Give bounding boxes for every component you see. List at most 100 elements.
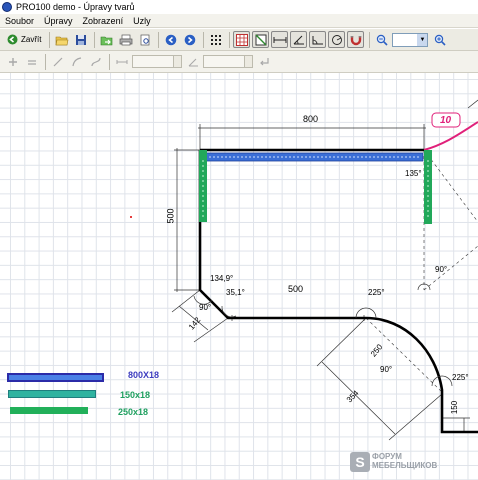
- menu-bar: Soubor Úpravy Zobrazení Uzly: [0, 14, 478, 28]
- legend-label-250x18: 250x18: [118, 407, 149, 417]
- menu-upravy[interactable]: Úpravy: [39, 16, 78, 26]
- drawing-canvas[interactable]: 800 500 500 142 250 354 150 135° 134,9° …: [0, 73, 478, 480]
- zoom-select[interactable]: ▼: [392, 32, 429, 47]
- menu-zobrazeni[interactable]: Zobrazení: [78, 16, 129, 26]
- angle-input[interactable]: [203, 55, 253, 68]
- radius-icon: [332, 34, 342, 45]
- tag-10-label: 10: [440, 115, 452, 126]
- magnet-button[interactable]: [347, 31, 365, 48]
- remove-node-button[interactable]: [23, 53, 40, 70]
- app-icon: [2, 2, 12, 12]
- floppy-icon: [75, 34, 86, 45]
- menu-uzly[interactable]: Uzly: [128, 16, 156, 26]
- watermark-line1: ФОРУМ: [372, 452, 402, 461]
- length-icon: [116, 59, 127, 64]
- redo-icon: [184, 34, 196, 45]
- grid-icon: [235, 33, 248, 46]
- length-button[interactable]: [113, 53, 130, 70]
- arc-button[interactable]: [68, 53, 85, 70]
- angle-135-label: 135°: [405, 169, 422, 178]
- angle-90-left-label: 90°: [199, 303, 212, 312]
- watermark-logo: S: [350, 452, 370, 472]
- panel-texture: [202, 160, 429, 218]
- legend-label-150x18: 150x18: [120, 390, 151, 400]
- angle-icon: [293, 35, 304, 44]
- angle-225-a-label: 225°: [368, 288, 385, 297]
- watermark-line2: МЕБЕЛЬЩИКОВ: [372, 461, 438, 470]
- line-icon: [53, 57, 62, 66]
- apply-button[interactable]: [255, 53, 272, 70]
- add-node-button[interactable]: [4, 53, 21, 70]
- shape-drawing: [130, 99, 478, 441]
- export-button[interactable]: [98, 31, 115, 48]
- dot-grid-icon: [210, 34, 221, 45]
- toolbar-separator: [158, 31, 160, 48]
- radius-button[interactable]: [328, 31, 346, 48]
- close-button[interactable]: Zavřít: [4, 31, 44, 48]
- length-input[interactable]: [132, 55, 182, 68]
- preview-button[interactable]: [136, 31, 153, 48]
- title-bar: PRO100 demo - Úpravy tvarů: [0, 0, 478, 14]
- close-icon: [7, 34, 18, 45]
- chevron-down-icon[interactable]: ▼: [417, 33, 428, 46]
- remove-node-icon: [27, 59, 36, 65]
- dim-150-label: 150: [450, 400, 460, 415]
- undo-button[interactable]: [162, 31, 179, 48]
- line-button[interactable]: [49, 53, 66, 70]
- select-nodes-button[interactable]: [207, 31, 224, 48]
- toolbar-separator: [109, 53, 110, 70]
- main-toolbar: Zavřít ▼: [0, 29, 478, 51]
- angle-90-right-label: 90°: [435, 265, 448, 274]
- arc-guide: [467, 99, 478, 109]
- open-folder-icon: [55, 36, 69, 45]
- angle-225-b-label: 225°: [452, 373, 469, 382]
- print-button[interactable]: [117, 31, 134, 48]
- arc-angle-button[interactable]: [309, 31, 327, 48]
- toolbar-separator: [369, 31, 371, 48]
- window-title: PRO100 demo - Úpravy tvarů: [16, 2, 135, 12]
- snap-grid-icon: [255, 34, 267, 45]
- legend-swatch-800x18: [7, 373, 104, 382]
- toolbar-separator: [45, 53, 46, 70]
- redo-button[interactable]: [181, 31, 198, 48]
- toolbar-separator: [94, 31, 96, 48]
- legend-label-800x18: 800X18: [128, 370, 160, 380]
- legend-swatch-250x18: [10, 407, 88, 414]
- arc-angle-icon: [312, 35, 323, 44]
- watermark-text: ФОРУМ МЕБЕЛЬЩИКОВ: [372, 452, 437, 470]
- zoom-out-icon: [376, 34, 388, 46]
- close-button-label: Zavřít: [21, 35, 42, 44]
- marker-dot: [130, 216, 132, 218]
- zoom-out-button[interactable]: [373, 31, 390, 48]
- zoom-in-icon: [434, 34, 446, 46]
- dim-mid-label: 500: [288, 284, 304, 294]
- angle-value-icon: [188, 58, 198, 66]
- angle-button[interactable]: [290, 31, 308, 48]
- legend-swatch-150x18: [8, 390, 96, 398]
- page-preview-icon: [140, 34, 150, 45]
- menu-soubor[interactable]: Soubor: [0, 16, 39, 26]
- toolbar-separator: [229, 31, 231, 48]
- open-button[interactable]: [53, 31, 70, 48]
- curve-button[interactable]: [87, 53, 104, 70]
- toolbar-separator: [203, 31, 205, 48]
- angle-90-bottom-label: 90°: [380, 365, 393, 374]
- angle-value-button[interactable]: [184, 53, 201, 70]
- printer-icon: [119, 34, 133, 45]
- save-button[interactable]: [72, 31, 89, 48]
- curve-icon: [90, 57, 101, 66]
- arc-icon: [71, 56, 81, 66]
- dimension-icon: [273, 36, 287, 43]
- dimension-button[interactable]: [271, 31, 289, 48]
- grid-button[interactable]: [233, 31, 251, 48]
- dim-top-label: 800: [303, 114, 319, 124]
- dim-left-label: 500: [165, 208, 176, 224]
- zoom-in-button[interactable]: [431, 31, 448, 48]
- angle-134-9-label: 134,9°: [210, 274, 234, 283]
- node-toolbar: [0, 51, 478, 73]
- snap-button[interactable]: [252, 31, 270, 48]
- folder-arrow-icon: [100, 36, 113, 45]
- angle-35-1-label: 35,1°: [226, 288, 245, 297]
- magnet-icon: [350, 35, 362, 45]
- undo-icon: [165, 34, 177, 45]
